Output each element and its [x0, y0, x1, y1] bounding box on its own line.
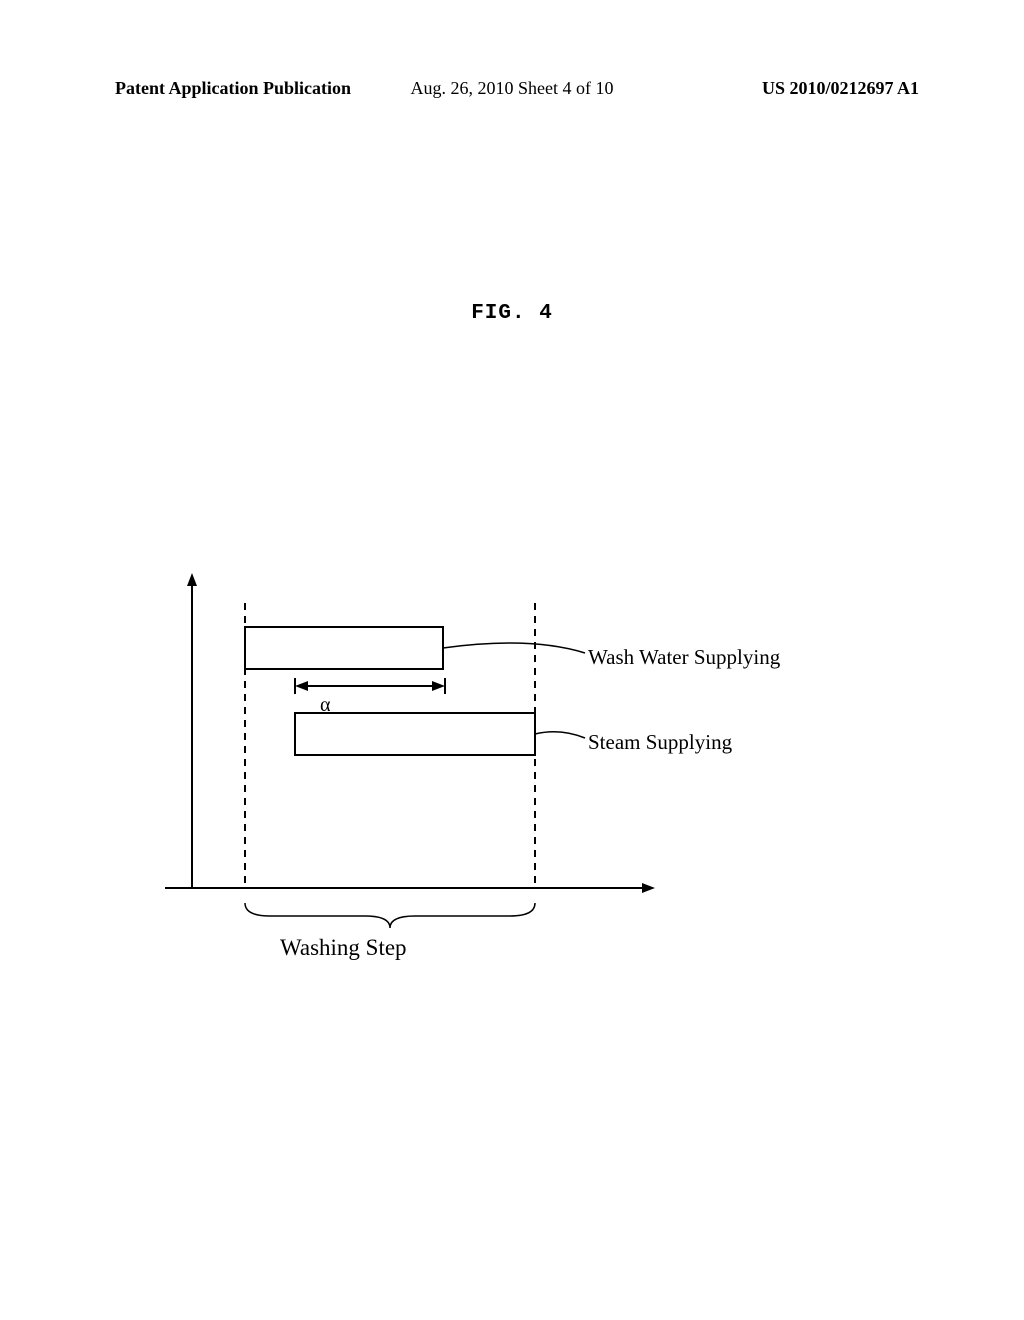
- figure-title: FIG. 4: [471, 302, 553, 325]
- wash-water-label: Wash Water Supplying: [588, 645, 780, 670]
- header-patent-number: US 2010/0212697 A1: [762, 78, 919, 99]
- alpha-arrow-right: [432, 681, 445, 691]
- washing-step-brace: [245, 903, 535, 928]
- washing-step-label: Washing Step: [280, 935, 407, 961]
- timing-diagram: [150, 568, 900, 968]
- page-header: Patent Application Publication Aug. 26, …: [0, 78, 1024, 99]
- wash-water-leader: [443, 643, 585, 653]
- alpha-arrow-left: [295, 681, 308, 691]
- header-date-sheet: Aug. 26, 2010 Sheet 4 of 10: [411, 78, 614, 99]
- x-axis-arrow: [642, 883, 655, 893]
- wash-water-box: [245, 627, 443, 669]
- steam-label: Steam Supplying: [588, 730, 732, 755]
- y-axis-arrow: [187, 573, 197, 586]
- steam-leader: [535, 732, 585, 738]
- header-publication: Patent Application Publication: [115, 78, 351, 99]
- alpha-label: α: [320, 694, 330, 717]
- diagram-svg: [150, 568, 900, 968]
- steam-box: [295, 713, 535, 755]
